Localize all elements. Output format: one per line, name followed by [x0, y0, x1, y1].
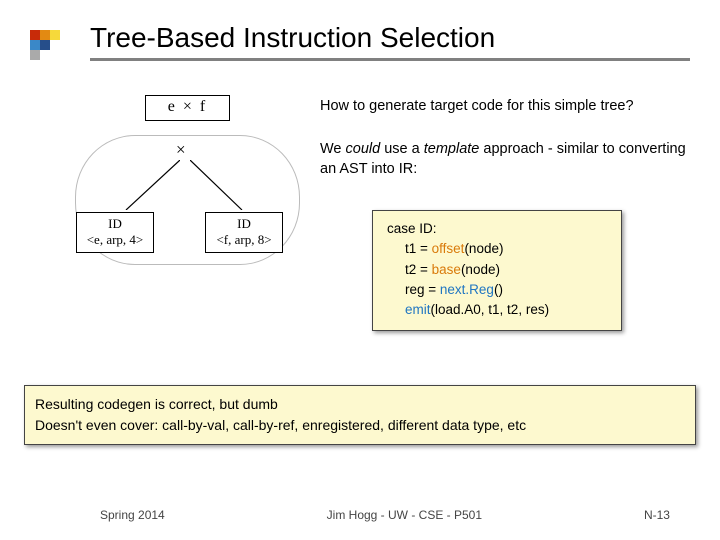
leaf-right-l2: <f, arp, 8>	[212, 232, 276, 248]
leaf-right-l1: ID	[212, 216, 276, 232]
code-l4: reg = next.Reg()	[405, 280, 611, 300]
t-c: use a	[380, 141, 424, 157]
result-l2: Doesn't even cover: call-by-val, call-by…	[35, 415, 685, 436]
leaf-left-l1: ID	[83, 216, 147, 232]
result-l1: Resulting codegen is correct, but dumb	[35, 394, 685, 415]
expression-box: e × f	[145, 95, 230, 121]
footer-right: N-13	[644, 508, 670, 522]
slide-title: Tree-Based Instruction Selection	[90, 22, 690, 56]
t-a: We	[320, 141, 346, 157]
result-box: Resulting codegen is correct, but dumb D…	[24, 385, 696, 445]
leaf-left-l2: <e, arp, 4>	[83, 232, 147, 248]
code-l5: emit(load.A0, t1, t2, res)	[405, 300, 611, 320]
slide-title-wrap: Tree-Based Instruction Selection	[90, 22, 690, 74]
footer-mid: Jim Hogg - UW - CSE - P501	[327, 508, 482, 522]
tree-root: ×	[176, 140, 186, 160]
code-l2: t1 = offset(node)	[405, 239, 611, 259]
tree-edge-left	[120, 160, 180, 210]
code-l3: t2 = base(node)	[405, 260, 611, 280]
howto-text: How to generate target code for this sim…	[320, 98, 634, 114]
tree-leaf-left: ID <e, arp, 4>	[76, 212, 154, 253]
tree-leaf-right: ID <f, arp, 8>	[205, 212, 283, 253]
t-b: could	[346, 141, 381, 157]
title-underline	[90, 58, 690, 61]
tree-edge-right	[190, 160, 250, 210]
accent-blocks	[30, 30, 60, 60]
footer-left: Spring 2014	[100, 508, 165, 522]
code-l1: case ID:	[387, 219, 611, 239]
code-box: case ID: t1 = offset(node) t2 = base(nod…	[372, 210, 622, 331]
template-approach-text: We could use a template approach - simil…	[320, 140, 690, 179]
t-d: template	[424, 141, 480, 157]
footer: Spring 2014 Jim Hogg - UW - CSE - P501 N…	[0, 508, 720, 522]
